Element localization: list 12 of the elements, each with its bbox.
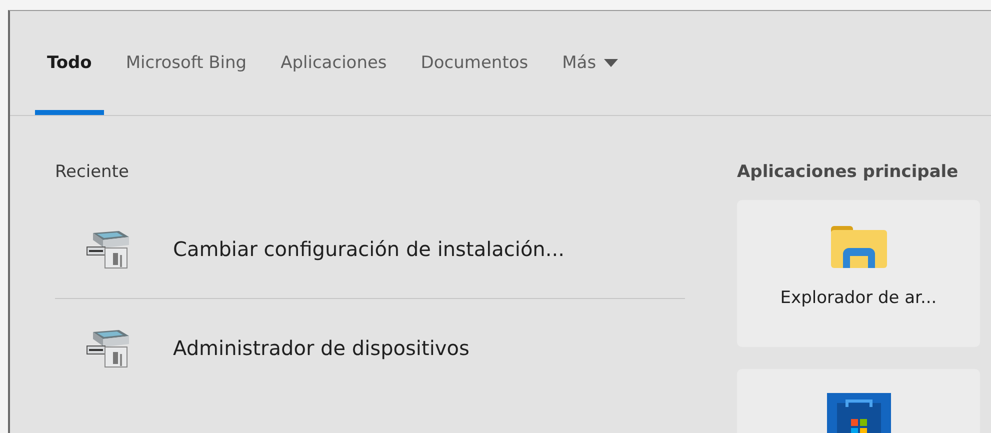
tab[interactable]: Documentos: [408, 11, 540, 115]
result-item[interactable]: Cambiar configuración de instalación...: [173, 237, 564, 261]
caret-icon: [604, 59, 618, 67]
tab[interactable]: Más: [550, 11, 630, 115]
section-heading: Aplicaciones principale: [737, 162, 960, 182]
tab[interactable]: Todo: [35, 11, 104, 115]
app-tile[interactable]: Explorador de ar...: [737, 200, 980, 347]
folder-icon: [830, 224, 886, 270]
section-heading: Reciente: [55, 162, 130, 182]
tab[interactable]: Aplicaciones: [268, 11, 399, 115]
tab[interactable]: Microsoft Bing: [114, 11, 259, 115]
result-item[interactable]: Administrador de dispositivos: [173, 336, 470, 360]
